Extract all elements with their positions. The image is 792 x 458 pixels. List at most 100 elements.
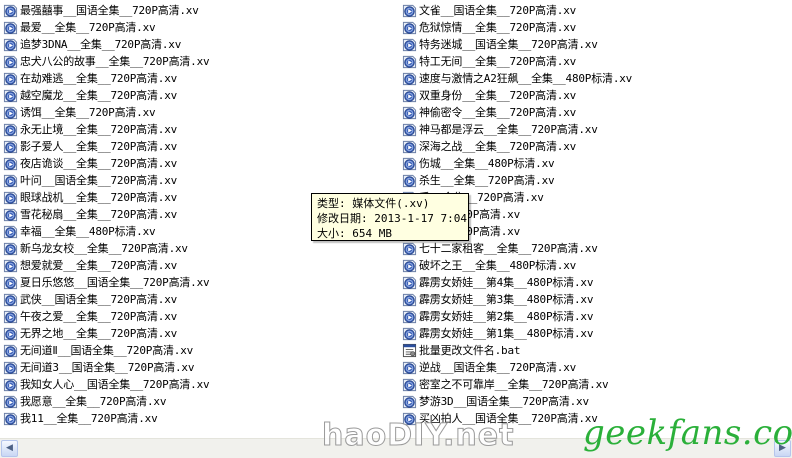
watermark-haodiy: haoDIY.net [321, 418, 515, 454]
file-item[interactable]: 影子爱人__全集__720P高清.xv [3, 138, 393, 155]
media-file-icon [402, 21, 417, 35]
file-item[interactable]: 叶问__国语全集__720P高清.xv [3, 172, 393, 189]
file-item[interactable]: 霹雳女娇娃__第3集__480P标清.xv [402, 291, 792, 308]
file-item[interactable]: 无界之地__全集__720P高清.xv [3, 325, 393, 342]
media-file-icon [3, 259, 18, 273]
file-item[interactable]: 危狱惊情__全集__720P高清.xv [402, 19, 792, 36]
file-item[interactable]: 深海之战__全集__720P高清.xv [402, 138, 792, 155]
media-file-icon [402, 327, 417, 341]
file-item[interactable]: 忠犬八公的故事__全集__720P高清.xv [3, 53, 393, 70]
media-file-icon [3, 191, 18, 205]
file-name: 我11__全集__720P高清.xv [20, 412, 158, 425]
file-name: 梦游3D__国语全集__720P高清.xv [419, 395, 589, 408]
file-item[interactable]: 最爱__全集__720P高清.xv [3, 19, 393, 36]
file-item[interactable]: 想爱就爱__全集__720P高清.xv [3, 257, 393, 274]
file-item[interactable]: 特工无间__全集__720P高清.xv [402, 53, 792, 70]
media-file-icon [402, 242, 417, 256]
file-item[interactable]: 双重身份__全集__720P高清.xv [402, 87, 792, 104]
tooltip-type: 类型: 媒体文件(.xv) [317, 197, 430, 210]
file-name: 忠犬八公的故事__全集__720P高清.xv [20, 55, 210, 68]
file-item[interactable]: 霹雳女娇娃__第4集__480P标清.xv [402, 274, 792, 291]
file-item[interactable]: 永无止境__全集__720P高清.xv [3, 121, 393, 138]
file-item[interactable]: 越空魔龙__全集__720P高清.xv [3, 87, 393, 104]
file-item[interactable]: 文雀__国语全集__720P高清.xv [402, 2, 792, 19]
file-name: 霹雳女娇娃__第3集__480P标清.xv [419, 293, 594, 306]
file-item[interactable]: 霹雳女娇娃__第1集__480P标清.xv [402, 325, 792, 342]
file-item[interactable]: 破坏之王__全集__480P标清.xv [402, 257, 792, 274]
media-file-icon [3, 276, 18, 290]
file-name: 永无止境__全集__720P高清.xv [20, 123, 178, 136]
file-item[interactable]: 午夜之爱__全集__720P高清.xv [3, 308, 393, 325]
file-name: 破坏之王__全集__480P标清.xv [419, 259, 577, 272]
file-item[interactable]: 我知女人心__国语全集__720P高清.xv [3, 376, 393, 393]
media-file-icon [3, 378, 18, 392]
media-file-icon [3, 344, 18, 358]
media-file-icon [3, 242, 18, 256]
media-file-icon [402, 361, 417, 375]
file-item[interactable]: 无间道3__国语全集__720P高清.xv [3, 359, 393, 376]
watermark-geekfans: geekfans.com [583, 413, 792, 453]
media-file-icon [3, 225, 18, 239]
arrow-left-icon: ◀ [6, 443, 13, 453]
file-name: 伤城__全集__480P标清.xv [419, 157, 555, 170]
file-name: 诱饵__全集__720P高清.xv [20, 106, 156, 119]
file-name: 叶问__国语全集__720P高清.xv [20, 174, 178, 187]
file-name: 我知女人心__国语全集__720P高清.xv [20, 378, 210, 391]
file-name: 影子爱人__全集__720P高清.xv [20, 140, 178, 153]
file-name: 杀生__全集__720P高清.xv [419, 174, 555, 187]
media-file-icon [3, 21, 18, 35]
file-name: 最爱__全集__720P高清.xv [20, 21, 156, 34]
file-item[interactable]: 杀生__全集__720P高清.xv [402, 172, 792, 189]
media-file-icon [402, 106, 417, 120]
file-name: 最强囍事__国语全集__720P高清.xv [20, 4, 199, 17]
media-file-icon [3, 327, 18, 341]
file-item[interactable]: 七十二家租客__全集__720P高清.xv [402, 240, 792, 257]
file-item[interactable]: 神偷密令__全集__720P高清.xv [402, 104, 792, 121]
file-name: 我愿意__全集__720P高清.xv [20, 395, 167, 408]
file-item[interactable]: 速度与激情之A2狂飙__全集__480P标清.xv [402, 70, 792, 87]
media-file-icon [3, 208, 18, 222]
file-item[interactable]: 逆战__国语全集__720P高清.xv [402, 359, 792, 376]
file-item[interactable]: 夏日乐悠悠__国语全集__720P高清.xv [3, 274, 393, 291]
file-name: 越空魔龙__全集__720P高清.xv [20, 89, 178, 102]
file-name: 在劫难逃__全集__720P高清.xv [20, 72, 178, 85]
file-item[interactable]: 新乌龙女校__全集__720P高清.xv [3, 240, 393, 257]
file-name: 无间道3__国语全集__720P高清.xv [20, 361, 195, 374]
file-name: 夜店诡谈__全集__720P高清.xv [20, 157, 178, 170]
media-file-icon [402, 310, 417, 324]
file-name: 武侠__国语全集__720P高清.xv [20, 293, 178, 306]
media-file-icon [402, 72, 417, 86]
file-item[interactable]: 诱饵__全集__720P高清.xv [3, 104, 393, 121]
file-item[interactable]: 武侠__国语全集__720P高清.xv [3, 291, 393, 308]
file-item[interactable]: 神马都是浮云__全集__720P高清.xv [402, 121, 792, 138]
file-item[interactable]: 梦游3D__国语全集__720P高清.xv [402, 393, 792, 410]
media-file-icon [402, 89, 417, 103]
media-file-icon [402, 157, 417, 171]
file-name: 危狱惊情__全集__720P高清.xv [419, 21, 577, 34]
file-name: 霹雳女娇娃__第4集__480P标清.xv [419, 276, 594, 289]
file-name: 批量更改文件名.bat [419, 344, 521, 357]
file-name: 神偷密令__全集__720P高清.xv [419, 106, 577, 119]
file-item[interactable]: 伤城__全集__480P标清.xv [402, 155, 792, 172]
file-name: 无间道Ⅱ__国语全集__720P高清.xv [20, 344, 194, 357]
file-name: 速度与激情之A2狂飙__全集__480P标清.xv [419, 72, 633, 85]
file-item[interactable]: 无间道Ⅱ__国语全集__720P高清.xv [3, 342, 393, 359]
file-item[interactable]: 密室之不可靠岸__全集__720P高清.xv [402, 376, 792, 393]
file-name: 特务迷城__国语全集__720P高清.xv [419, 38, 598, 51]
file-item[interactable]: 最强囍事__国语全集__720P高清.xv [3, 2, 393, 19]
file-name: 无界之地__全集__720P高清.xv [20, 327, 178, 340]
file-item[interactable]: 在劫难逃__全集__720P高清.xv [3, 70, 393, 87]
file-item[interactable]: 霹雳女娇娃__第2集__480P标清.xv [402, 308, 792, 325]
file-item[interactable]: 我愿意__全集__720P高清.xv [3, 393, 393, 410]
file-item[interactable]: 批量更改文件名.bat [402, 342, 792, 359]
file-item[interactable]: 夜店诡谈__全集__720P高清.xv [3, 155, 393, 172]
media-file-icon [402, 38, 417, 52]
tooltip-date: 修改日期: 2013-1-17 7:04 [317, 212, 467, 225]
file-name: 七十二家租客__全集__720P高清.xv [419, 242, 598, 255]
file-item[interactable]: 特务迷城__国语全集__720P高清.xv [402, 36, 792, 53]
media-file-icon [3, 412, 18, 426]
file-name: 特工无间__全集__720P高清.xv [419, 55, 577, 68]
scroll-left-button[interactable]: ◀ [1, 440, 18, 457]
file-name: 霹雳女娇娃__第2集__480P标清.xv [419, 310, 594, 323]
file-item[interactable]: 追梦3DNA__全集__720P高清.xv [3, 36, 393, 53]
